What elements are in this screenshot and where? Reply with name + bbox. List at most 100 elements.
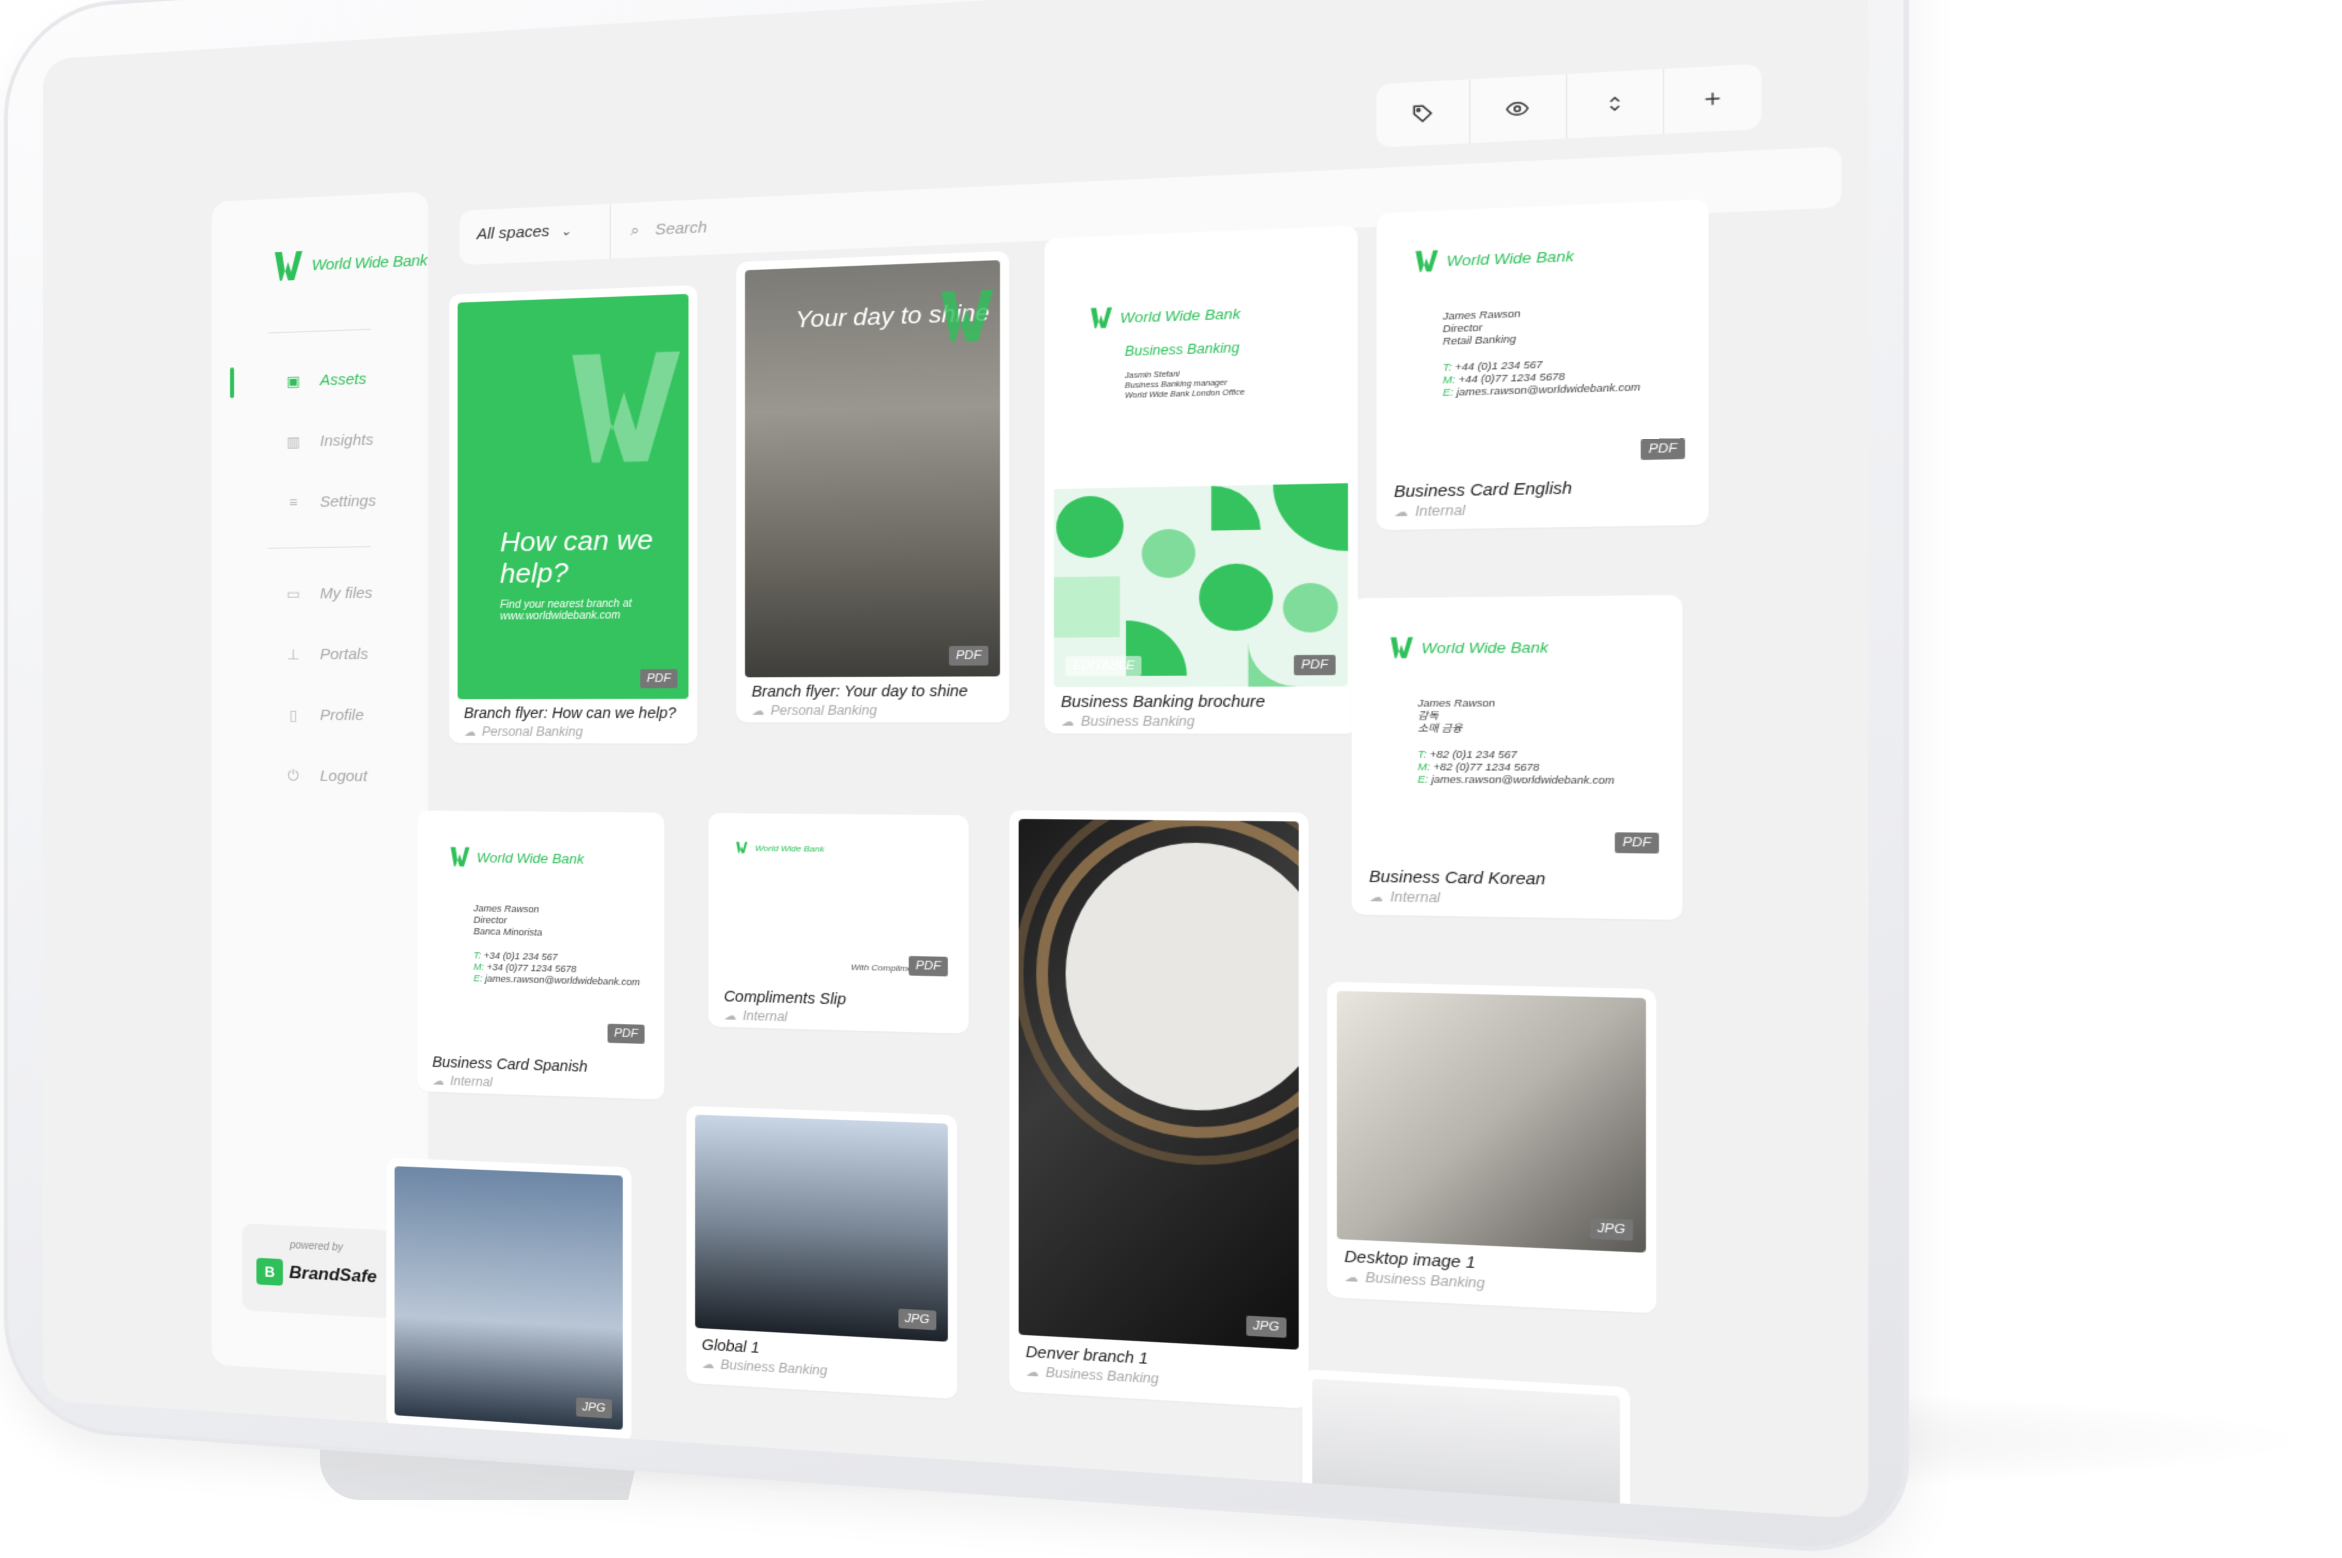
plus-icon xyxy=(1702,89,1723,109)
chart-icon: ▥ xyxy=(286,433,300,450)
editable-badge: EDITABLE xyxy=(1065,655,1142,677)
action-toolbar xyxy=(1376,63,1762,148)
file-type-badge: JPG xyxy=(897,1308,937,1331)
asset-space: ☁ Personal Banking xyxy=(752,703,877,718)
asset-thumbnail: World Wide Bank James Rawson 감독 소매 금융 T:… xyxy=(1361,604,1672,866)
asset-space-label: Internal xyxy=(450,1073,493,1090)
asset-space: ☁ Business Banking xyxy=(1344,1269,1485,1292)
asset-card[interactable] xyxy=(1302,1369,1631,1520)
business-card-text: James Rawson 감독 소매 금융 T: +82 (0)1 234 56… xyxy=(1417,697,1615,787)
cloud-icon: ☁ xyxy=(723,1009,737,1023)
thumbnail-small-print: Find your nearest branch at www.worldwid… xyxy=(500,598,632,623)
file-type-badge: PDF xyxy=(908,956,948,977)
asset-card[interactable]: World Wide Bank James Rawson Director Ba… xyxy=(417,810,665,1100)
sidebar-item-label: My files xyxy=(319,583,373,603)
cloud-icon: ☁ xyxy=(1060,715,1074,729)
asset-space-label: Business Banking xyxy=(720,1357,828,1379)
search-input[interactable] xyxy=(652,193,1234,240)
sidebar-item-settings[interactable]: ≡ Settings xyxy=(212,484,428,519)
asset-card[interactable]: JPG Desktop image 1 ☁ Business Banking xyxy=(1327,981,1657,1314)
sidebar-item-label: Portals xyxy=(319,645,369,663)
asset-space-label: Personal Banking xyxy=(481,724,583,740)
thumbnail-logo-text: World Wide Bank xyxy=(755,842,825,854)
thumbnail-headline: How can we help? xyxy=(500,523,653,590)
asset-thumbnail xyxy=(1312,1378,1620,1520)
business-card-text: James Rawson Director Banca Minorista T:… xyxy=(473,902,640,988)
wwb-logo-icon xyxy=(941,289,994,343)
file-type-badge: PDF xyxy=(607,1023,645,1044)
file-type-badge: PDF xyxy=(1614,832,1659,854)
asset-title: Business Card Spanish xyxy=(432,1053,588,1075)
asset-space: ☁ Internal xyxy=(432,1073,492,1090)
id-card-icon: ▯ xyxy=(289,706,298,724)
asset-card[interactable]: World Wide Bank James Rawson Director Re… xyxy=(1376,199,1709,531)
brandsafe-name: BrandSafe xyxy=(289,1262,377,1287)
asset-card[interactable]: How can we help? Find your nearest branc… xyxy=(449,285,698,744)
thumbnail-logo-text: World Wide Bank xyxy=(1421,638,1549,657)
asset-card[interactable]: JPG Denver branch 1 ☁ Business Banking xyxy=(1009,810,1309,1409)
brand-logo[interactable]: World Wide Bank xyxy=(273,243,428,283)
add-button[interactable] xyxy=(1662,63,1762,134)
asset-card[interactable]: World Wide Bank James Rawson 감독 소매 금융 T:… xyxy=(1351,594,1683,921)
wwb-logo-icon xyxy=(1390,637,1414,659)
sidebar-item-assets[interactable]: ▣ Assets xyxy=(212,361,428,399)
file-type-badge: PDF xyxy=(1640,438,1686,460)
sidebar-item-my-files[interactable]: ▭ My files xyxy=(212,576,428,609)
asset-thumbnail: JPG xyxy=(1018,818,1299,1350)
asset-card[interactable]: JPG Global 1 ☁ Business Banking xyxy=(686,1105,958,1400)
tag-button[interactable] xyxy=(1377,79,1470,147)
asset-space-label: Internal xyxy=(1390,889,1441,906)
asset-title: Business Card Korean xyxy=(1369,867,1546,888)
tablet-device: World Wide Bank ▣ Assets ▥ Insights ≡ Se… xyxy=(4,0,1909,1558)
cloud-icon: ☁ xyxy=(1344,1270,1358,1285)
sidebar-item-label: Logout xyxy=(319,766,368,785)
asset-thumbnail: World Wide Bank James Rawson Director Ba… xyxy=(425,818,656,1055)
cloud-icon: ☁ xyxy=(701,1357,714,1372)
sidebar-item-label: Insights xyxy=(319,430,374,450)
asset-thumbnail: JPG xyxy=(394,1166,623,1430)
sliders-icon: ≡ xyxy=(288,493,298,511)
thumbnail-text: Jasmin Stefani Business Banking manager … xyxy=(1124,370,1245,401)
spaces-dropdown[interactable]: All spaces ⌄ xyxy=(477,221,572,243)
asset-space-label: Business Banking xyxy=(1365,1269,1485,1292)
asset-title: Global 1 xyxy=(701,1335,760,1357)
sidebar-item-label: Settings xyxy=(319,491,377,511)
powered-by-badge[interactable]: powered by B BrandSafe xyxy=(242,1223,392,1319)
sidebar-divider xyxy=(267,328,371,334)
asset-title: Branch flyer: Your day to shine xyxy=(751,681,968,700)
asset-space-label: Internal xyxy=(1415,502,1466,520)
folder-icon: ▭ xyxy=(286,585,300,602)
cloud-icon: ☁ xyxy=(751,704,764,718)
wwb-logo-icon xyxy=(736,841,748,854)
asset-space: ☁ Business Banking xyxy=(1061,714,1195,730)
asset-card[interactable]: JPG xyxy=(386,1157,632,1444)
asset-title: Desktop image 1 xyxy=(1344,1247,1476,1272)
file-type-badge: JPG xyxy=(1589,1217,1633,1241)
search-icon: ⌕ xyxy=(630,220,640,240)
image-icon: ▣ xyxy=(286,372,300,390)
chevron-down-icon: ⌄ xyxy=(560,222,572,239)
asset-thumbnail: JPG xyxy=(1336,990,1646,1253)
sidebar-item-profile[interactable]: ▯ Profile xyxy=(212,699,428,730)
thumbnail-logo-text: World Wide Bank xyxy=(476,849,585,867)
sort-button[interactable] xyxy=(1565,68,1663,139)
sidebar-item-insights[interactable]: ▥ Insights xyxy=(212,422,428,458)
app-screen: World Wide Bank ▣ Assets ▥ Insights ≡ Se… xyxy=(42,0,1869,1520)
wwb-logo-icon xyxy=(273,249,304,283)
visibility-button[interactable] xyxy=(1469,74,1566,144)
cloud-icon: ☁ xyxy=(432,1074,444,1088)
wwb-logo-icon xyxy=(1090,307,1113,329)
asset-card[interactable]: Your day to shine PDF Branch flyer: Your… xyxy=(736,250,1010,723)
sort-icon xyxy=(1604,93,1625,115)
sidebar-item-portals[interactable]: ⊥ Portals xyxy=(212,638,428,670)
asset-space-label: Personal Banking xyxy=(770,702,877,718)
file-type-badge: PDF xyxy=(1293,654,1336,676)
tag-icon xyxy=(1412,103,1435,125)
thumbnail-logo-text: World Wide Bank xyxy=(1446,246,1574,269)
logo-text: World Wide Bank xyxy=(311,251,428,274)
asset-card[interactable]: World Wide Bank Business Banking Jasmin … xyxy=(1044,225,1358,734)
sidebar-item-label: Profile xyxy=(319,706,364,724)
asset-space: ☁ Personal Banking xyxy=(464,724,583,739)
sidebar-item-logout[interactable]: ⏻ Logout xyxy=(212,760,428,792)
asset-card[interactable]: World Wide Bank With Compliments PDF Com… xyxy=(708,813,969,1034)
